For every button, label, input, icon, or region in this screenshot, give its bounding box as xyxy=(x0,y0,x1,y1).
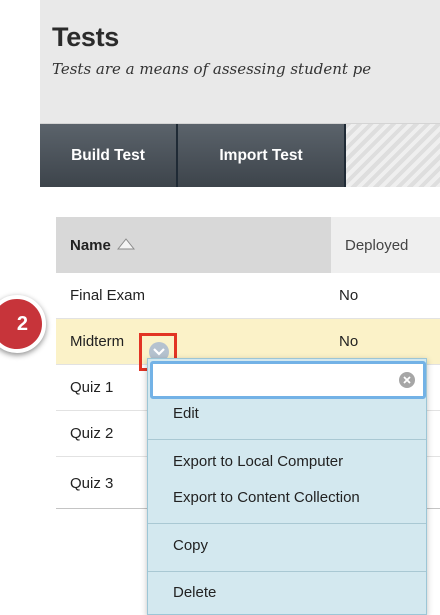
menu-item-copy[interactable]: Copy xyxy=(148,537,426,554)
menu-filter xyxy=(150,361,426,399)
deployed-status: No xyxy=(339,333,359,350)
context-menu: Edit Export to Local Computer Export to … xyxy=(147,358,427,615)
deployed-status: No xyxy=(339,287,359,304)
menu-item-delete[interactable]: Delete xyxy=(148,584,426,601)
menu-search-input[interactable] xyxy=(159,368,393,394)
step-number-badge: 2 xyxy=(0,295,46,353)
page-description: Tests are a means of assessing student p… xyxy=(52,60,372,78)
clear-search-button[interactable] xyxy=(399,372,415,388)
sort-ascending-icon xyxy=(116,237,135,254)
import-test-button[interactable]: Import Test xyxy=(178,124,346,187)
table-header: Name Deployed xyxy=(56,217,440,273)
test-name: Final Exam xyxy=(70,287,146,304)
column-header-name-label: Name xyxy=(70,236,111,254)
column-header-name[interactable]: Name xyxy=(56,217,331,273)
test-name: Quiz 3 xyxy=(70,475,114,492)
menu-item-export-content-collection[interactable]: Export to Content Collection xyxy=(148,489,426,506)
page-title: Tests xyxy=(52,22,120,52)
column-header-deployed-label: Deployed xyxy=(345,236,409,254)
menu-divider xyxy=(148,571,426,572)
close-icon xyxy=(403,376,411,384)
test-name: Midterm xyxy=(70,333,125,350)
test-name: Quiz 1 xyxy=(70,379,114,396)
menu-item-edit[interactable]: Edit xyxy=(148,405,426,422)
menu-divider xyxy=(148,523,426,524)
table-row[interactable]: Final Exam No xyxy=(56,273,440,319)
test-name: Quiz 2 xyxy=(70,425,114,442)
menu-item-export-local[interactable]: Export to Local Computer xyxy=(148,453,426,470)
column-header-deployed[interactable]: Deployed xyxy=(331,217,440,273)
menu-divider xyxy=(148,439,426,440)
build-test-button[interactable]: Build Test xyxy=(40,124,178,187)
action-bar: Build Test Import Test xyxy=(40,124,440,187)
